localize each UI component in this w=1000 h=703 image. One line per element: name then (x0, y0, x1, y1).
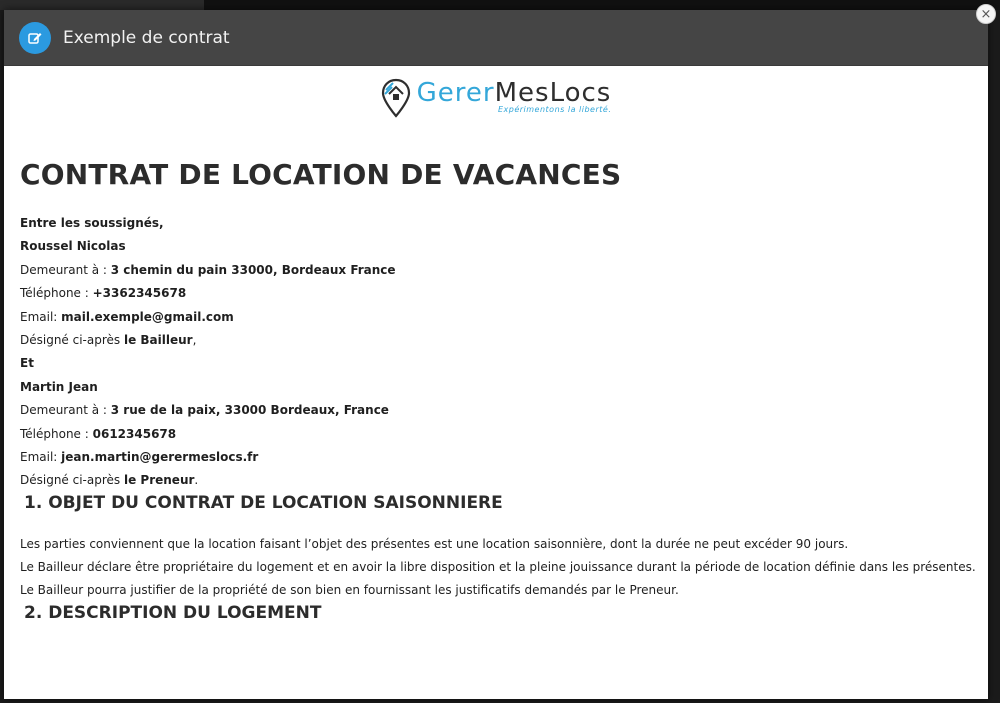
parties-block: Entre les soussignés, Roussel Nicolas De… (20, 212, 972, 493)
location-pin-icon (381, 78, 410, 118)
preneur-name: Martin Jean (20, 379, 98, 394)
preneur-designation: le Preneur (123, 473, 195, 488)
section-1-line: Le Bailleur pourra justifier de la propr… (20, 583, 679, 598)
modal-title: Exemple de contrat (63, 27, 230, 48)
bailleur-email-line: Email: mail.exemple@gmail.com (20, 306, 972, 329)
bailleur-email: mail.exemple@gmail.com (61, 309, 234, 324)
brand-logo: GererMesLocs Expérimentons la liberté. (20, 66, 972, 134)
bailleur-email-label: Email: (20, 309, 62, 324)
preneur-email: jean.martin@gerermeslocs.fr (61, 449, 259, 464)
section-1-line: Les parties conviennent que la location … (20, 536, 849, 551)
bailleur-phone-label: Téléphone : (20, 286, 93, 301)
bailleur-name: Roussel Nicolas (20, 239, 126, 254)
preneur-email-line: Email: jean.martin@gerermeslocs.fr (20, 446, 972, 469)
bailleur-designation-prefix: Désigné ci-après (20, 332, 124, 347)
section-1-heading: 1. OBJET DU CONTRAT DE LOCATION SAISONNI… (24, 492, 503, 513)
logo-text-gerer: Gerer (416, 78, 495, 108)
contract-modal: Exemple de contrat GererMesLocs Expérime… (4, 10, 988, 699)
parties-intro: Entre les soussignés, (20, 216, 164, 230)
bailleur-address: 3 chemin du pain 33000, Bordeaux France (110, 262, 396, 277)
preneur-designation-line: Désigné ci-après le Preneur. (20, 469, 972, 492)
bailleur-designation-suffix: , (192, 332, 197, 347)
modal-header: Exemple de contrat (4, 10, 988, 66)
section-1-line: Le Bailleur déclare être propriétaire du… (20, 560, 976, 575)
document-title: CONTRAT DE LOCATION DE VACANCES (20, 158, 622, 191)
preneur-designation-prefix: Désigné ci-après (20, 473, 124, 488)
parties-et: Et (20, 356, 34, 371)
preneur-address-line: Demeurant à : 3 rue de la paix, 33000 Bo… (20, 399, 972, 422)
edit-icon (19, 21, 51, 54)
bailleur-address-label: Demeurant à : (20, 262, 111, 277)
backdrop-dark-area (204, 0, 1000, 10)
bailleur-designation-line: Désigné ci-après le Bailleur, (20, 329, 972, 352)
logo-text-meslocs: MesLocs (494, 78, 612, 108)
section-1-body: Les parties conviennent que la location … (20, 533, 976, 603)
preneur-phone: 0612345678 (92, 426, 177, 441)
section-2-heading: 2. DESCRIPTION DU LOGEMENT (24, 602, 322, 623)
bailleur-address-line: Demeurant à : 3 chemin du pain 33000, Bo… (20, 259, 972, 282)
logo-tagline: Expérimentons la liberté. (497, 105, 612, 114)
contract-content: GererMesLocs Expérimentons la liberté. C… (4, 66, 988, 623)
bailleur-phone-line: Téléphone : +3362345678 (20, 282, 972, 305)
preneur-email-label: Email: (20, 449, 62, 464)
bailleur-designation: le Bailleur (123, 332, 193, 347)
preneur-phone-line: Téléphone : 0612345678 (20, 423, 972, 446)
preneur-address: 3 rue de la paix, 33000 Bordeaux, France (110, 403, 389, 418)
close-button[interactable]: × (976, 4, 996, 24)
preneur-phone-label: Téléphone : (20, 426, 93, 441)
bailleur-phone: +3362345678 (92, 286, 187, 301)
preneur-address-label: Demeurant à : (20, 403, 111, 418)
preneur-designation-suffix: . (194, 473, 199, 488)
